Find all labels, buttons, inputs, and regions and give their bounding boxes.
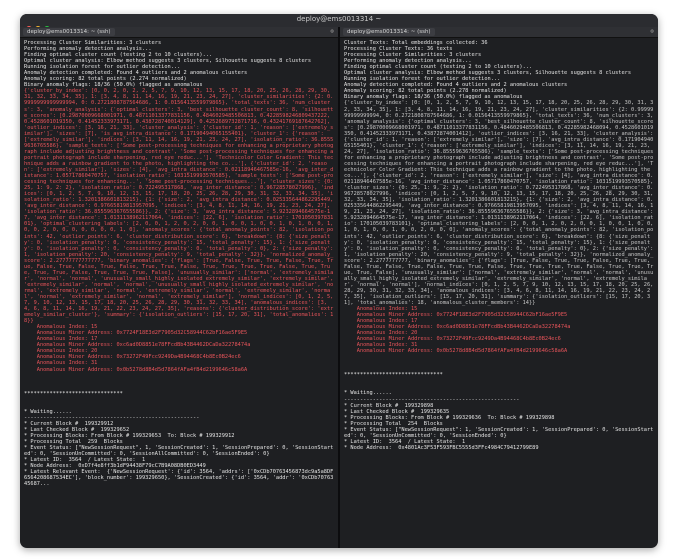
terminal-line: * Event Status: ["NewSessionRequest": 1,… <box>344 426 654 439</box>
terminal-line: * Event Status: ["NewSessionRequest", 1,… <box>24 444 334 457</box>
terminal-window: deploy@ems0013314 ~ deploy@ems0013314: ~… <box>20 14 658 548</box>
terminal-line: * Node Address: 0x4801Ac3F53F593FBC5555d… <box>344 444 539 451</box>
terminal-line: * Latest Relevant Event: {'NewSessionReq… <box>24 469 334 488</box>
terminal-line: {'cluster_by_index': [0: [0, 1, 2, 5, 7,… <box>344 100 657 307</box>
right-terminal-output: Cluster Texts: Total embeddings collecte… <box>344 40 655 451</box>
left-terminal-output: Processing Cluster Similarities: 3 clust… <box>24 40 335 487</box>
terminal-line: {'cluster_by_index': [0, 0, 2, 0, 2, 2, … <box>24 88 337 325</box>
title-bar: deploy@ems0013314 ~ <box>20 14 658 32</box>
tab-left-session[interactable]: deploy@ems0013314: ~ (ssh) <box>23 28 115 36</box>
left-tab-bar: deploy@ems0013314: ~ (ssh) ⊗ <box>20 27 338 38</box>
close-tab-icon[interactable]: ⊗ <box>330 28 334 36</box>
window-title: deploy@ems0013314 ~ <box>296 15 382 23</box>
right-tab-bar: deploy@ems0013314: ~ (ssh) ⊗ <box>340 27 658 38</box>
right-terminal-pane[interactable]: Cluster Texts: Total embeddings collecte… <box>340 38 658 548</box>
close-tab-icon[interactable]: ⊗ <box>650 28 654 36</box>
left-terminal-pane[interactable]: Processing Cluster Similarities: 3 clust… <box>20 38 338 548</box>
tab-right-session[interactable]: deploy@ems0013314: ~ (ssh) <box>343 28 435 36</box>
